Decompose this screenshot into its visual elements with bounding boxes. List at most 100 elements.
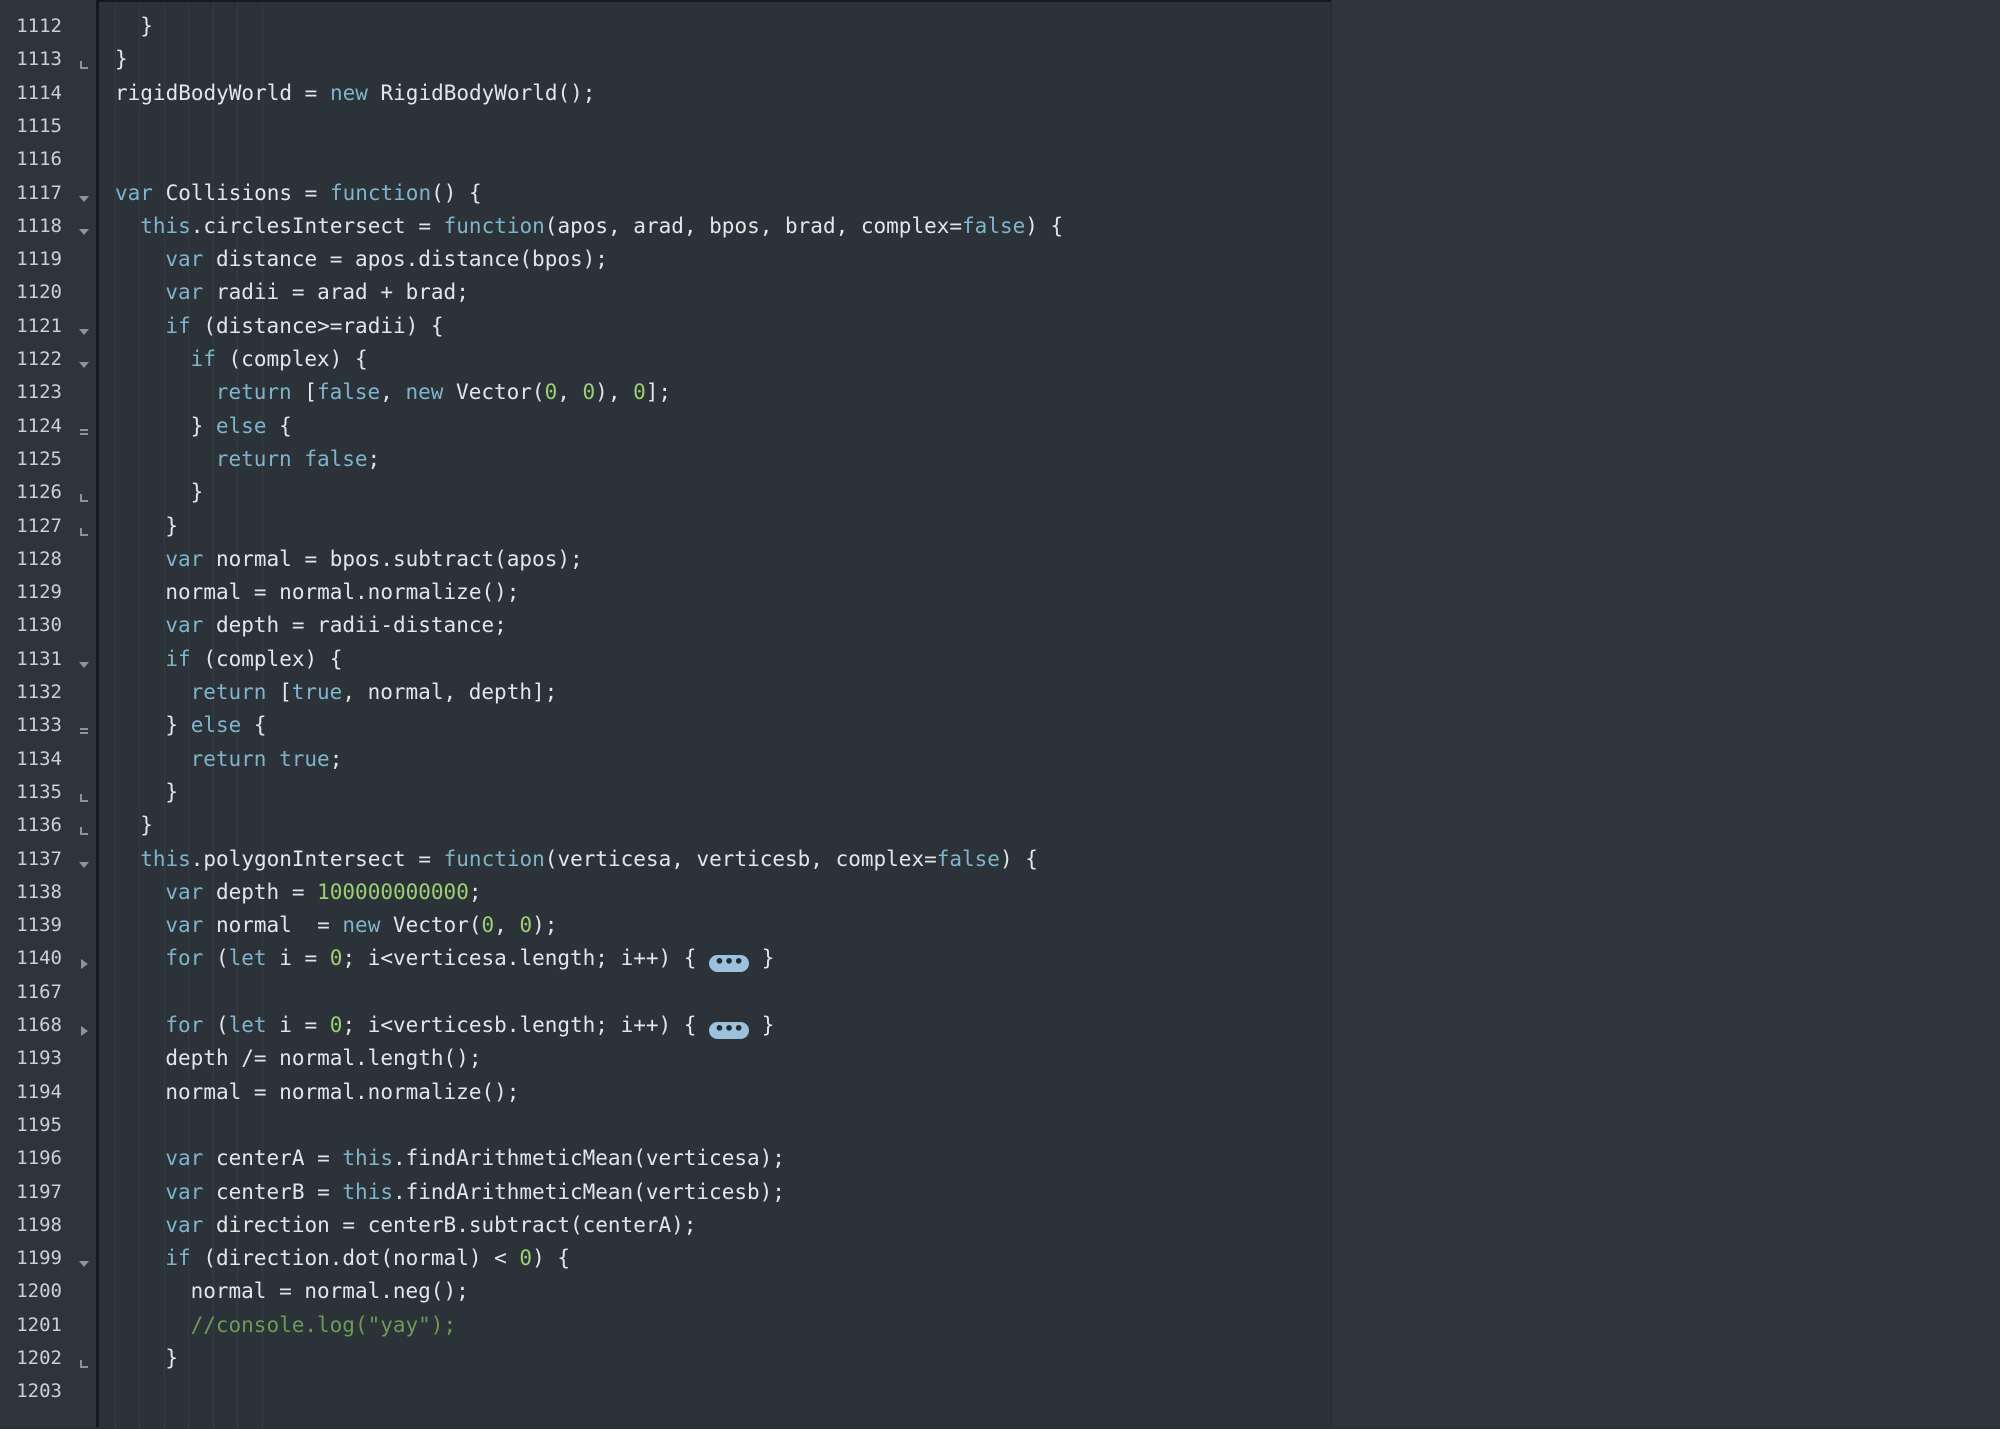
code-text[interactable]: var centerA = this.findArithmeticMean(ve… (165, 1142, 785, 1175)
code-text[interactable]: if (direction.dot(normal) < 0) { (165, 1242, 570, 1275)
fold-end-icon[interactable] (78, 788, 90, 802)
code-line[interactable]: 1119 var distance = apos.distance(bpos); (0, 243, 1331, 276)
fold-end-icon[interactable] (78, 55, 90, 70)
code-text[interactable]: var direction = centerB.subtract(centerA… (165, 1209, 696, 1242)
fold-open-icon[interactable] (78, 222, 90, 235)
code-line[interactable]: 1129 normal = normal.normalize(); (0, 576, 1331, 609)
code-line[interactable]: 1200 normal = normal.neg(); (0, 1275, 1331, 1308)
code-text[interactable]: } (165, 510, 178, 543)
code-text[interactable]: if (complex) { (191, 343, 368, 376)
fold-end-icon[interactable] (78, 821, 90, 836)
code-text[interactable]: if (distance>=radii) { (165, 310, 443, 343)
code-text[interactable]: var depth = radii-distance; (165, 609, 506, 642)
code-text[interactable]: } else { (191, 410, 292, 443)
code-line[interactable]: 1120 var radii = arad + brad; (0, 276, 1331, 309)
code-line[interactable]: 1123 return [false, new Vector(0, 0), 0]; (0, 376, 1331, 409)
code-line[interactable]: 1118 this.circlesIntersect = function(apo… (0, 210, 1331, 243)
fold-collapsed-icon[interactable] (78, 1021, 90, 1036)
code-line[interactable]: 1126} (0, 476, 1331, 509)
code-line[interactable]: 1121 if (distance>=radii) { (0, 310, 1331, 343)
code-editor[interactable]: 1112} 1113} 1114 rigidBodyWorld = new Rigid… (0, 0, 2000, 1429)
code-line[interactable]: 1198 var direction = centerB.subtract(cen… (0, 1209, 1331, 1242)
code-text[interactable]: for (let i = 0; i<verticesa.length; i++)… (165, 942, 774, 975)
code-line[interactable]: 1116 (0, 143, 1331, 176)
code-text[interactable]: //console.log("yay"); (191, 1309, 457, 1342)
code-line[interactable]: 1127} (0, 510, 1331, 543)
code-text[interactable]: return false; (216, 443, 380, 476)
code-text[interactable]: } (165, 776, 178, 809)
code-line[interactable]: 1112} (0, 10, 1331, 43)
code-line[interactable]: 1125 return false; (0, 443, 1331, 476)
fold-open-icon[interactable] (78, 355, 90, 368)
code-line[interactable]: 1113} (0, 43, 1331, 76)
code-text[interactable]: var depth = 100000000000; (165, 876, 481, 909)
fold-collapsed-icon[interactable] (78, 954, 90, 970)
code-line[interactable]: 1140 for (let i = 0; i<verticesa.length; … (0, 942, 1331, 975)
fold-end-icon[interactable] (78, 522, 90, 536)
code-line[interactable]: 1199 if (direction.dot(normal) < 0) { (0, 1242, 1331, 1275)
code-text[interactable]: return [false, new Vector(0, 0), 0]; (216, 376, 671, 409)
code-line[interactable]: 1133} else { (0, 709, 1331, 742)
code-line[interactable]: 1168 for (let i = 0; i<verticesb.length; … (0, 1009, 1331, 1042)
code-line[interactable]: 1167 (0, 976, 1331, 1009)
code-line[interactable]: 1203 (0, 1375, 1331, 1408)
fold-open-icon[interactable] (78, 655, 90, 668)
code-text[interactable]: } (140, 10, 153, 43)
code-line[interactable]: 1202} (0, 1342, 1331, 1375)
fold-open-icon[interactable] (78, 855, 90, 868)
code-text[interactable]: var centerB = this.findArithmeticMean(ve… (165, 1176, 785, 1209)
code-text[interactable]: } (140, 809, 153, 842)
code-text[interactable]: var Collisions = function() { (115, 177, 482, 210)
code-text[interactable]: } (191, 476, 204, 509)
code-line[interactable]: 1128 var normal = bpos.subtract(apos); (0, 543, 1331, 576)
code-text[interactable]: return true; (191, 743, 343, 776)
code-token: centerB = (203, 1179, 343, 1204)
code-line[interactable]: 1196 var centerA = this.findArithmeticMea… (0, 1142, 1331, 1175)
fold-mid-icon[interactable] (78, 721, 90, 735)
collapsed-block-ellipsis-button[interactable]: ••• (709, 1021, 750, 1039)
code-line[interactable]: 1135} (0, 776, 1331, 809)
code-line[interactable]: 1124} else { (0, 410, 1331, 443)
code-line[interactable]: 1134 return true; (0, 743, 1331, 776)
code-text[interactable]: var radii = arad + brad; (165, 276, 468, 309)
code-line[interactable]: 1117 var Collisions = function() { (0, 177, 1331, 210)
code-line[interactable]: 1201 //console.log("yay"); (0, 1309, 1331, 1342)
code-line[interactable]: 1130 var depth = radii-distance; (0, 609, 1331, 642)
code-line[interactable]: 1122 if (complex) { (0, 343, 1331, 376)
code-text[interactable]: } (165, 1342, 178, 1375)
collapsed-block-ellipsis-button[interactable]: ••• (709, 954, 750, 973)
fold-mid-icon[interactable] (78, 422, 90, 435)
code-line[interactable]: 1194 normal = normal.normalize(); (0, 1076, 1331, 1109)
code-line[interactable]: 1115 (0, 110, 1331, 143)
code-text[interactable]: } else { (165, 709, 266, 742)
code-line[interactable]: 1131 if (complex) { (0, 643, 1331, 676)
code-text[interactable]: this.circlesIntersect = function(apos, a… (140, 210, 1063, 243)
code-text[interactable]: var distance = apos.distance(bpos); (165, 243, 608, 276)
code-text[interactable]: normal = normal.neg(); (191, 1275, 469, 1308)
code-text[interactable]: normal = normal.normalize(); (165, 1076, 519, 1109)
code-text[interactable]: } (115, 43, 128, 76)
code-text[interactable]: if (complex) { (165, 643, 342, 676)
code-line[interactable]: 1132 return [true, normal, depth]; (0, 676, 1331, 709)
code-text[interactable]: return [true, normal, depth]; (191, 676, 558, 709)
code-line[interactable]: 1114 rigidBodyWorld = new RigidBodyWorld(… (0, 77, 1331, 110)
code-text[interactable]: var normal = new Vector(0, 0); (165, 909, 557, 942)
code-text[interactable]: this.polygonIntersect = function(vertice… (140, 843, 1038, 876)
code-text[interactable]: for (let i = 0; i<verticesb.length; i++)… (165, 1009, 774, 1042)
fold-open-icon[interactable] (78, 1254, 90, 1268)
code-line[interactable]: 1195 (0, 1109, 1331, 1142)
code-line[interactable]: 1139 var normal = new Vector(0, 0); (0, 909, 1331, 942)
code-line[interactable]: 1136} (0, 809, 1331, 842)
code-text[interactable]: var normal = bpos.subtract(apos); (165, 543, 582, 576)
fold-end-icon[interactable] (78, 1354, 90, 1368)
fold-open-icon[interactable] (78, 322, 90, 335)
code-text[interactable]: rigidBodyWorld = new RigidBodyWorld(); (115, 77, 595, 110)
code-line[interactable]: 1197 var centerB = this.findArithmeticMea… (0, 1176, 1331, 1209)
code-line[interactable]: 1138 var depth = 100000000000; (0, 876, 1331, 909)
code-line[interactable]: 1137 this.polygonIntersect = function(ver… (0, 843, 1331, 876)
code-text[interactable]: depth /= normal.length(); (165, 1042, 481, 1075)
code-line[interactable]: 1193 depth /= normal.length(); (0, 1042, 1331, 1075)
fold-end-icon[interactable] (78, 488, 90, 503)
code-text[interactable]: normal = normal.normalize(); (165, 576, 519, 609)
fold-open-icon[interactable] (78, 189, 90, 202)
